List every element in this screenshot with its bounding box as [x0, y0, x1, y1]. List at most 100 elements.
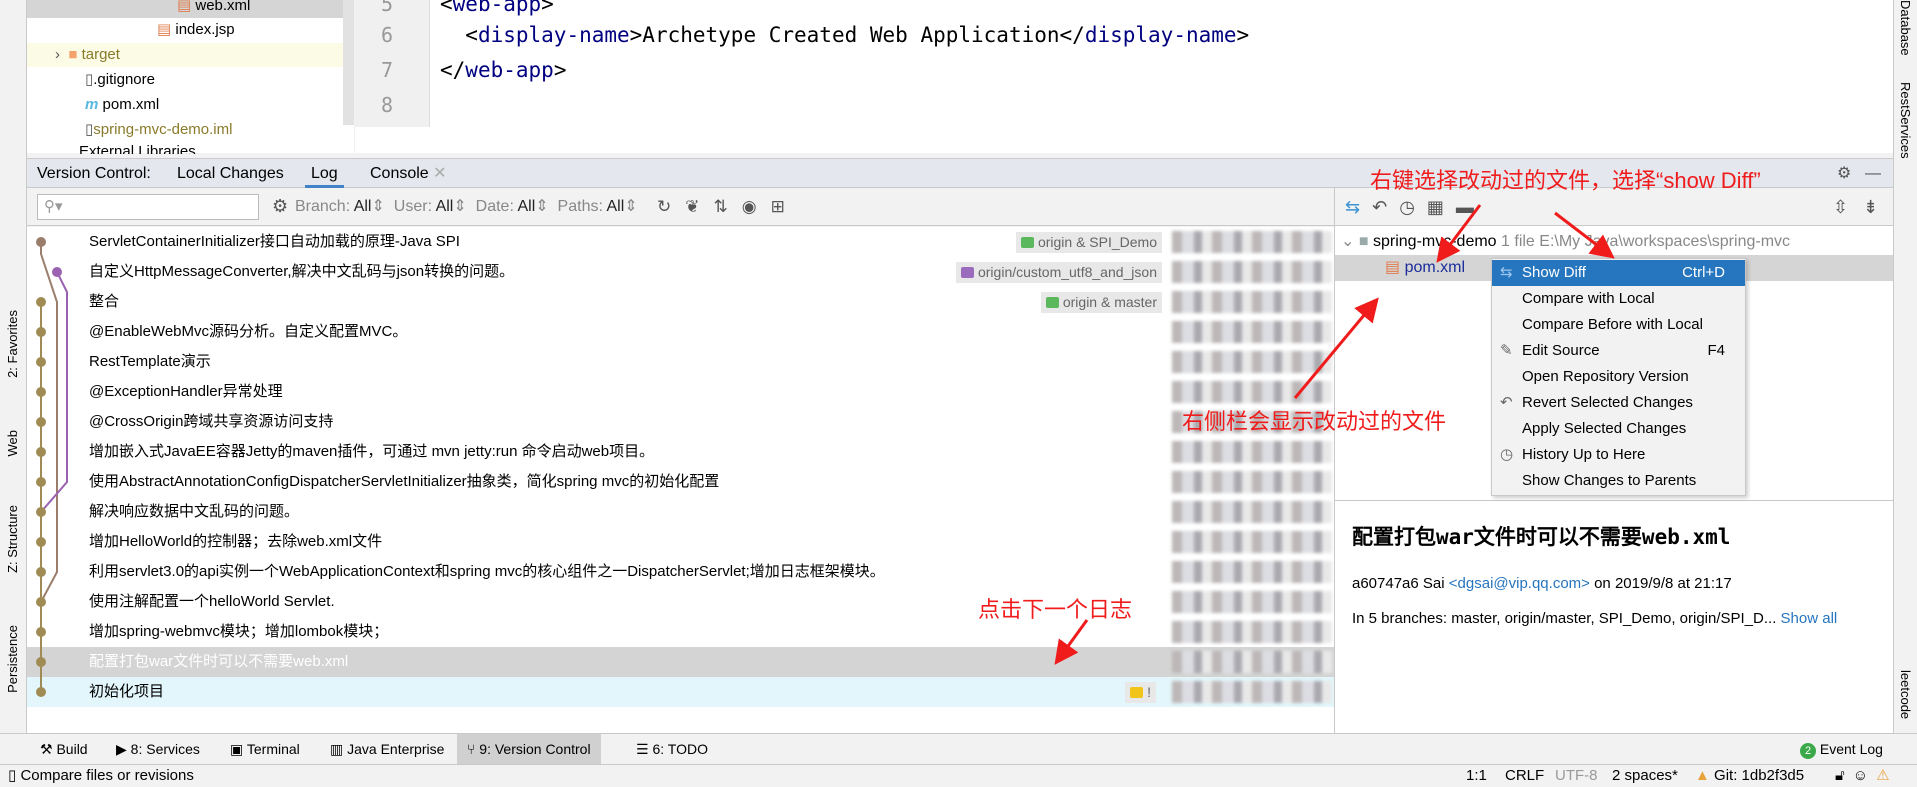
tree-item-web-xml[interactable]: ▤ web.xml: [27, 0, 354, 18]
new-tab-icon[interactable]: ⊞: [771, 197, 799, 216]
database-tool[interactable]: Database: [1898, 0, 1913, 56]
group-by-icon[interactable]: ▦: [1427, 197, 1456, 217]
commit-row[interactable]: RestTemplate演示: [27, 347, 1334, 377]
tree-item-gitignore[interactable]: ▯.gitignore: [85, 68, 155, 92]
commit-row[interactable]: 解决响应数据中文乱码的问题。: [27, 497, 1334, 527]
log-search-input[interactable]: ⚲▾: [37, 194, 259, 220]
favorites-tool[interactable]: 2: Favorites: [5, 310, 20, 378]
menu-item-apply-selected-changes[interactable]: Apply Selected Changes: [1492, 416, 1745, 442]
search-icon: ⚲▾: [44, 198, 63, 215]
tree-item-index-jsp[interactable]: ▤ index.jsp: [157, 18, 235, 42]
menu-item-show-changes-to-parents[interactable]: Show Changes to Parents: [1492, 468, 1745, 494]
indent-setting[interactable]: 2 spaces*: [1612, 765, 1678, 787]
diff-icon[interactable]: ⇆: [1345, 197, 1372, 217]
leetcode-tool[interactable]: leetcode: [1898, 670, 1913, 719]
maven-icon: m: [85, 96, 99, 113]
sort-icon[interactable]: ⇅: [714, 197, 742, 216]
commit-node: [36, 447, 46, 457]
tree-item-external-libraries[interactable]: External Libraries: [79, 140, 196, 154]
cherry-pick-icon[interactable]: ❦: [685, 197, 713, 216]
line-separator[interactable]: CRLF: [1505, 765, 1544, 787]
tab-console[interactable]: Console ✕: [370, 159, 447, 188]
commit-row[interactable]: 增加嵌入式JavaEE容器Jetty的maven插件，可通过 mvn jetty…: [27, 437, 1334, 467]
structure-tool[interactable]: Z: Structure: [5, 505, 20, 573]
status-icons: 🔓︎☺⚠: [1835, 765, 1898, 787]
commit-row[interactable]: 整合 origin & master: [27, 287, 1334, 317]
panel-icon: ▯: [8, 767, 17, 784]
paths-filter[interactable]: Paths: All⇕: [558, 198, 638, 215]
commit-row[interactable]: 初始化项目!: [27, 677, 1334, 707]
java-enterprise-tool-button[interactable]: ▥ Java Enterprise: [330, 734, 444, 764]
commit-row[interactable]: ServletContainerInitializer接口自动加载的原理-Jav…: [27, 227, 1334, 257]
show-all-link[interactable]: Show all: [1781, 610, 1838, 627]
user-filter[interactable]: User: All⇕: [394, 198, 467, 215]
commit-row[interactable]: @EnableWebMvc源码分析。自定义配置MVC。: [27, 317, 1334, 347]
history-icon[interactable]: ◷: [1399, 197, 1427, 217]
commit-node: [36, 297, 46, 307]
todo-tool-button[interactable]: ☰ 6: TODO: [636, 734, 708, 764]
annotation-bottom: 点击下一个日志: [978, 597, 1133, 622]
menu-item-history-up-to-here[interactable]: ◷ History Up to Here: [1492, 442, 1745, 468]
left-tool-stripe: 2: Favorites Web Z: Structure Persistenc…: [0, 0, 27, 733]
notification-icon[interactable]: ⚠: [1876, 767, 1897, 784]
refresh-icon[interactable]: ↻: [657, 197, 685, 216]
pencil-icon: ✎: [1500, 342, 1513, 359]
menu-item-show-diff[interactable]: ⇆ Show Diff Ctrl+D: [1492, 260, 1745, 286]
close-icon[interactable]: ✕: [433, 165, 446, 182]
author-date-blurred: [1172, 381, 1332, 403]
commit-message: 增加HelloWorld的控制器；去除web.xml文件: [89, 533, 383, 550]
file-encoding[interactable]: UTF-8: [1555, 765, 1598, 787]
eye-icon[interactable]: ◉: [742, 197, 771, 216]
git-branch[interactable]: ▲ Git: 1db2f3d5: [1695, 765, 1804, 787]
terminal-tool-button[interactable]: ▣ Terminal: [230, 734, 300, 764]
version-control-tool-button[interactable]: ⑂ 9: Version Control: [457, 734, 601, 764]
menu-item-revert-selected-changes[interactable]: ↶ Revert Selected Changes: [1492, 390, 1745, 416]
commit-row[interactable]: 配置打包war文件时可以不需要web.xml: [27, 647, 1334, 677]
date-filter[interactable]: Date: All⇕: [476, 198, 549, 215]
caret-position[interactable]: 1:1: [1466, 765, 1487, 787]
tab-log[interactable]: Log: [305, 159, 344, 188]
settings-gear-icon[interactable]: ⚙: [272, 196, 288, 217]
collapse-all-icon[interactable]: ⇟: [1863, 188, 1878, 226]
tree-item-target[interactable]: › ■ target: [27, 43, 354, 67]
menu-item-compare-before-with-local[interactable]: Compare Before with Local: [1492, 312, 1745, 338]
lock-icon[interactable]: 🔓︎: [1835, 767, 1853, 784]
restservices-tool[interactable]: RestServices: [1898, 82, 1913, 159]
commit-row[interactable]: 增加HelloWorld的控制器；去除web.xml文件: [27, 527, 1334, 557]
layout-icon[interactable]: ▬: [1456, 197, 1486, 217]
xml-file-icon: ▤: [177, 0, 192, 14]
inspector-icon[interactable]: ☺: [1853, 767, 1876, 784]
services-tool-button[interactable]: ▶ 8: Services: [116, 734, 200, 764]
tree-item-pom-xml[interactable]: m pom.xml: [85, 93, 159, 117]
menu-item-edit-source[interactable]: ✎ Edit Source F4: [1492, 338, 1745, 364]
commit-node: [36, 327, 46, 337]
tab-local-changes[interactable]: Local Changes: [177, 159, 284, 188]
commit-row[interactable]: 使用AbstractAnnotationConfigDispatcherServ…: [27, 467, 1334, 497]
expand-all-icon[interactable]: ⇳: [1833, 188, 1848, 226]
revert-icon[interactable]: ↶: [1372, 197, 1399, 217]
commit-row[interactable]: 增加spring-webmvc模块；增加lombok模块；: [27, 617, 1334, 647]
minimize-icon[interactable]: —: [1865, 159, 1881, 188]
gear-icon[interactable]: ⚙: [1837, 159, 1851, 188]
persistence-tool[interactable]: Persistence: [5, 625, 20, 693]
branch-label: origin/custom_utf8_and_json: [955, 262, 1162, 283]
tool-window-bar: ⚒ Build ▶ 8: Services ▣ Terminal ▥ Java …: [0, 733, 1917, 764]
commit-node: [36, 477, 46, 487]
author-date-blurred: [1172, 531, 1332, 553]
branch-filter[interactable]: Branch: All⇕: [295, 198, 385, 215]
event-log-button[interactable]: 2 Event Log: [1800, 734, 1883, 764]
menu-item-compare-with-local[interactable]: Compare with Local: [1492, 286, 1745, 312]
author-email-link[interactable]: <dgsai@vip.qq.com>: [1449, 575, 1590, 592]
commit-node: [36, 567, 46, 577]
menu-item-open-repository-version[interactable]: Open Repository Version: [1492, 364, 1745, 390]
commit-row[interactable]: @ExceptionHandler异常处理: [27, 377, 1334, 407]
web-tool[interactable]: Web: [5, 430, 20, 457]
changes-root[interactable]: ⌄ ■ spring-mvc-demo 1 file E:\My Java\wo…: [1341, 229, 1790, 255]
tree-item-iml[interactable]: ▯spring-mvc-demo.iml: [85, 118, 232, 142]
build-tool-button[interactable]: ⚒ Build: [40, 734, 88, 764]
commit-row[interactable]: 利用servlet3.0的api实例一个WebApplicationContex…: [27, 557, 1334, 587]
commit-row[interactable]: @CrossOrigin跨域共享资源访问支持: [27, 407, 1334, 437]
commit-row[interactable]: 使用注解配置一个helloWorld Servlet.: [27, 587, 1334, 617]
tree-scrollbar[interactable]: [343, 0, 354, 125]
commit-row[interactable]: 自定义HttpMessageConverter,解决中文乱码与json转换的问题…: [27, 257, 1334, 287]
